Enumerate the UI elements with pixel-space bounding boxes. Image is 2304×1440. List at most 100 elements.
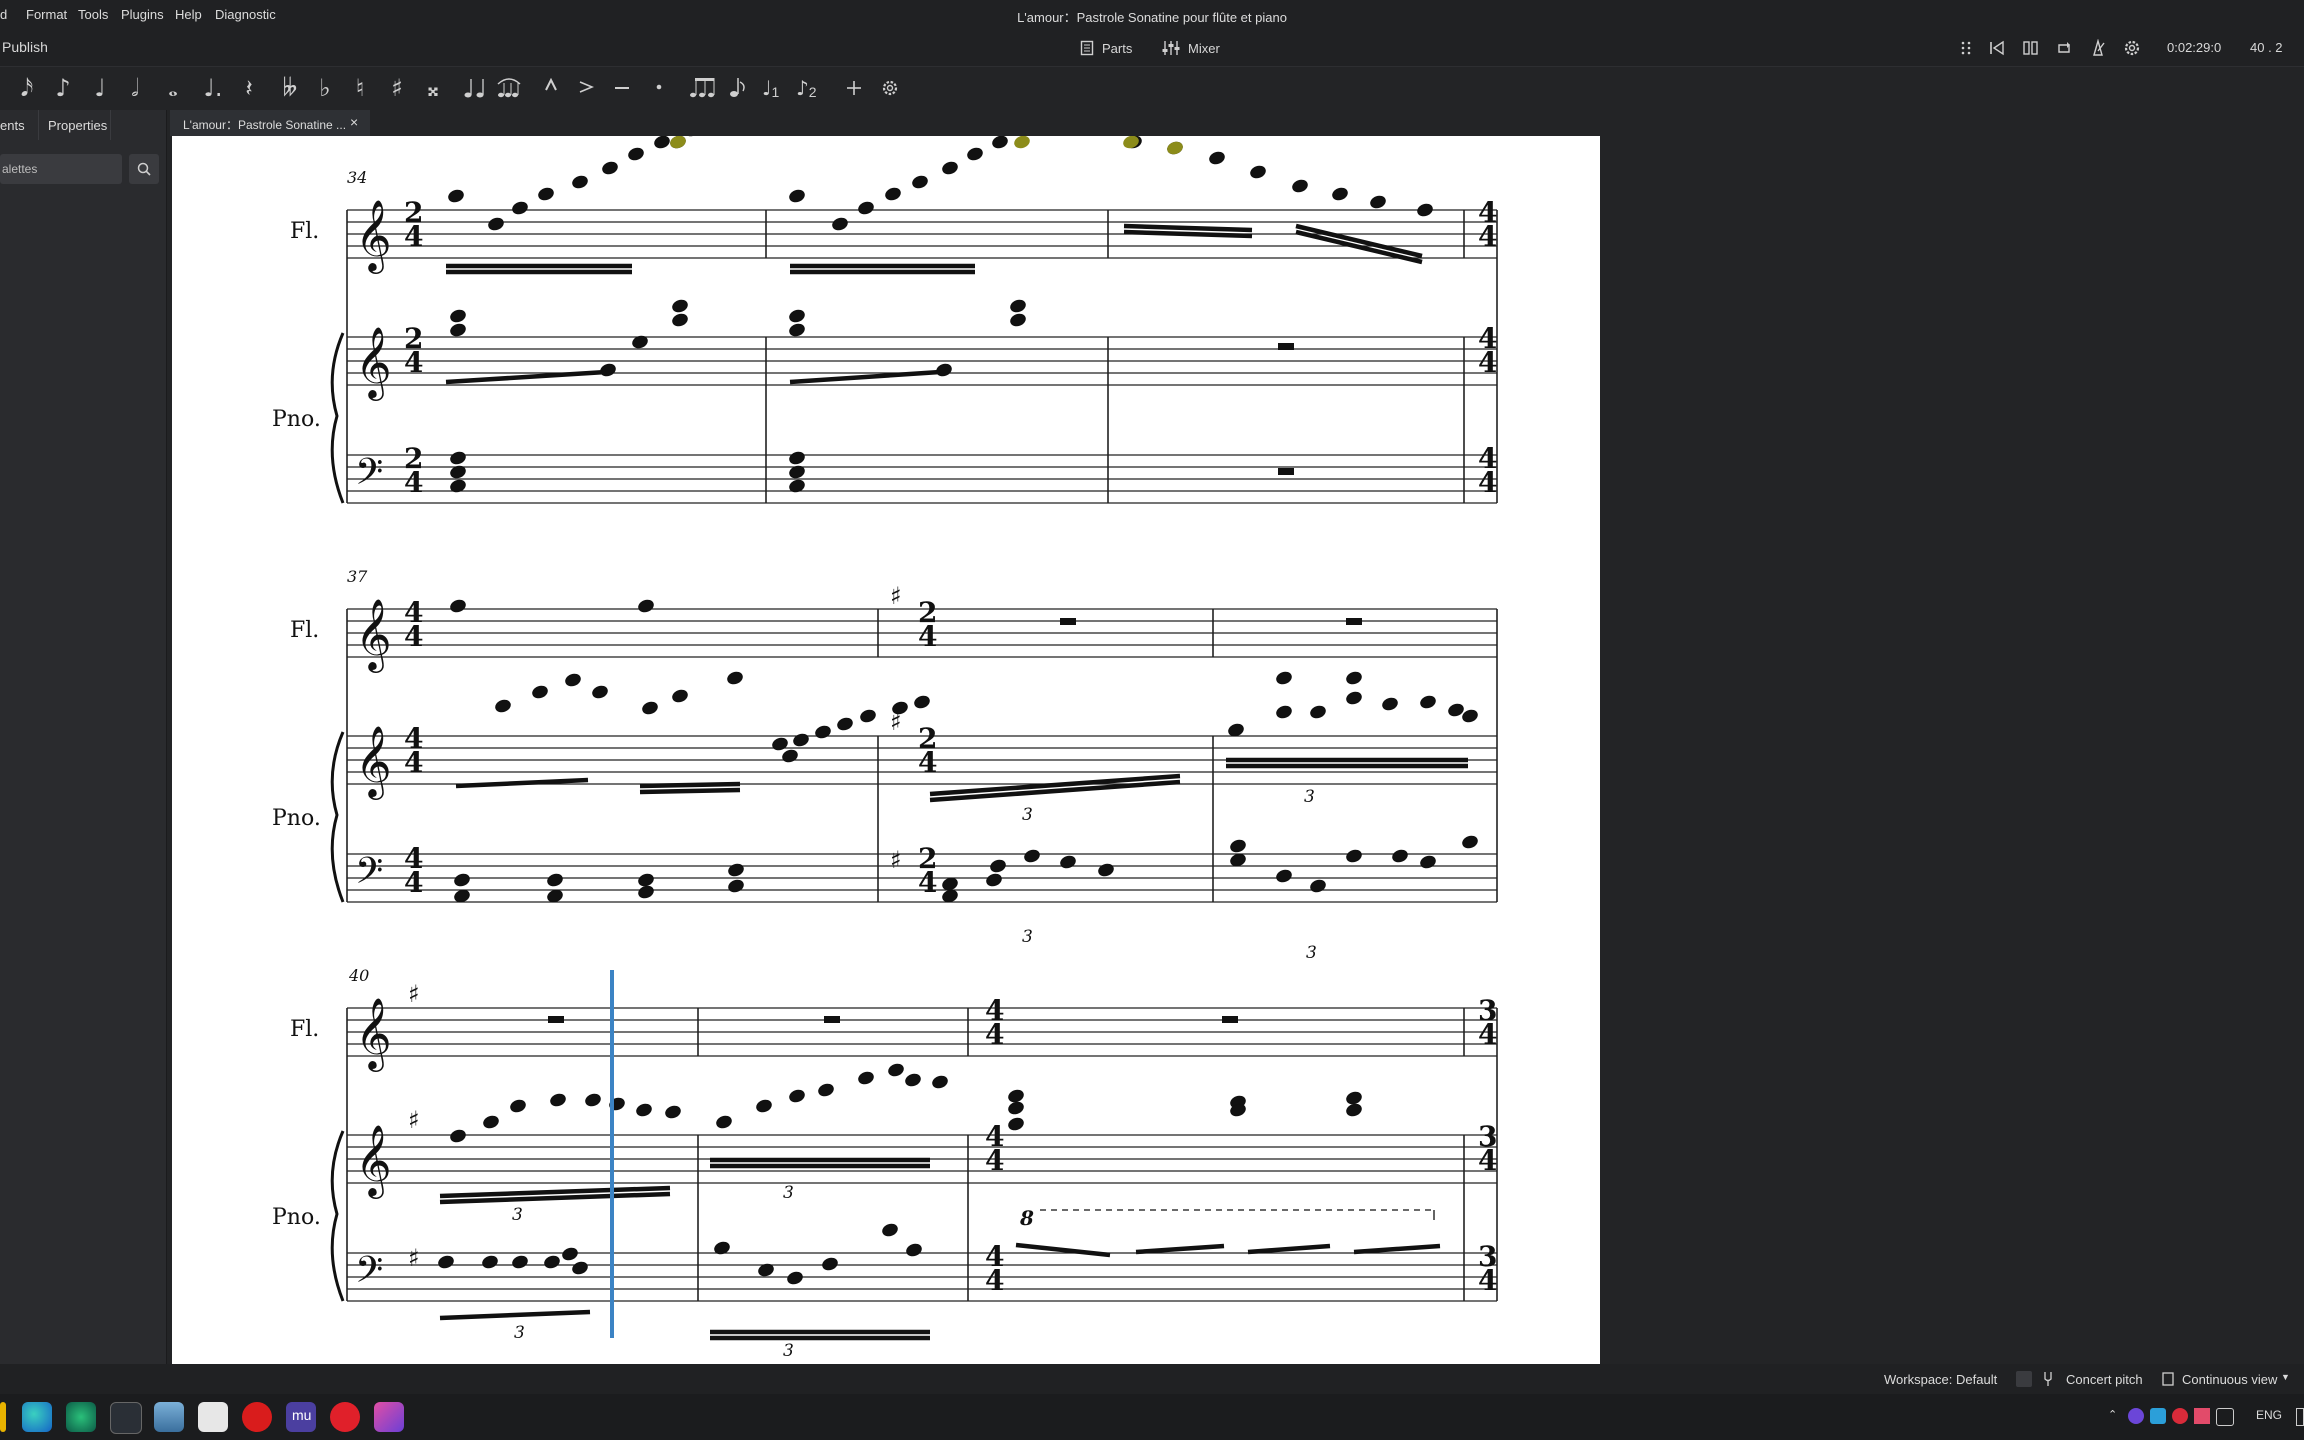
tuplet-number: 3 (1306, 943, 1317, 963)
tray-app2-icon[interactable] (2194, 1408, 2210, 1424)
tray-music-icon[interactable] (2172, 1408, 2188, 1424)
tray-network-icon[interactable] (2216, 1408, 2234, 1426)
edge-browser-icon[interactable] (22, 1402, 52, 1432)
notehead (1370, 195, 1386, 209)
workspace-selector[interactable]: Workspace: Default (1884, 1372, 1997, 1387)
app-icon-green[interactable] (66, 1402, 96, 1432)
time-signature: 4 (404, 866, 423, 899)
piano-brace (330, 731, 345, 903)
time-signature: 4 (404, 346, 423, 379)
piano-brace (330, 1130, 345, 1302)
notehead (860, 709, 876, 723)
search-placeholder: alettes (2, 162, 38, 176)
search-button[interactable] (129, 154, 159, 184)
duration-whole[interactable]: 𝅝 (158, 66, 188, 110)
notehead (483, 1115, 499, 1129)
notehead (450, 309, 466, 323)
search-icon (137, 162, 151, 176)
voice-1-button[interactable]: ♩1 (762, 76, 786, 100)
concert-pitch-label[interactable]: Concert pitch (2066, 1372, 2143, 1387)
notehead (837, 717, 853, 731)
time-signature: 4 (1478, 346, 1497, 379)
show-desktop-button[interactable] (2296, 1408, 2304, 1426)
gear-icon[interactable] (2122, 38, 2142, 58)
document-tab-label: L'amour：Pastrole Sonatine ... (183, 118, 347, 132)
tab-properties[interactable]: Properties (48, 118, 107, 133)
double-sharp-button[interactable]: 𝄪 (418, 66, 448, 110)
beam (1247, 1243, 1331, 1255)
accent-icon[interactable] (578, 80, 594, 94)
rest-button[interactable]: 𝄽 (234, 66, 264, 110)
marcato-icon[interactable] (544, 78, 558, 92)
natural-button[interactable]: ♮ (345, 66, 375, 110)
file-explorer-icon[interactable] (0, 1402, 6, 1432)
notehead (450, 451, 466, 465)
publish-tab[interactable]: Publish (2, 39, 48, 55)
drag-handle-icon[interactable] (1960, 39, 1972, 57)
mixer-button[interactable]: Mixer (1162, 37, 1220, 59)
musescore-icon[interactable]: mu (286, 1402, 316, 1432)
sharp-button[interactable]: ♯ (382, 66, 412, 110)
photos-icon[interactable] (154, 1402, 184, 1432)
treble-clef: 𝄞 (355, 1123, 392, 1199)
notehead (1098, 863, 1114, 877)
duration-half[interactable]: 𝅗𝅥 (120, 66, 150, 110)
parts-button[interactable]: Parts (1080, 37, 1132, 59)
palette-search-input[interactable]: alettes (0, 154, 122, 184)
add-icon[interactable] (846, 80, 862, 96)
notehead (512, 1255, 528, 1269)
double-flat-button[interactable]: 𝄫 (275, 66, 305, 110)
flip-direction-icon[interactable] (726, 74, 748, 100)
tray-chevron-icon[interactable]: ⌃ (2108, 1408, 2117, 1421)
notehead (1462, 709, 1478, 723)
tab-instruments[interactable]: ents (0, 118, 25, 133)
slur-icon[interactable] (496, 74, 522, 100)
netease-music-icon[interactable] (330, 1402, 360, 1432)
notehead (858, 201, 874, 215)
notehead (565, 673, 581, 687)
parts-icon (1080, 40, 1094, 56)
voice-2-button[interactable]: ♪2 (796, 76, 820, 100)
flat-button[interactable]: ♭ (310, 66, 340, 110)
terminal-icon[interactable] (110, 1402, 142, 1434)
loop-icon[interactable] (2055, 39, 2073, 57)
play-pause-icon[interactable] (2022, 39, 2040, 57)
staccato-icon[interactable] (656, 84, 662, 90)
tray-app-icon[interactable] (2128, 1408, 2144, 1424)
rewind-icon[interactable] (1988, 39, 2006, 57)
notehead (654, 136, 670, 149)
tenuto-icon[interactable] (614, 86, 630, 90)
close-tab-icon[interactable]: × (350, 114, 358, 130)
augmentation-dot[interactable]: ♩. (198, 66, 228, 110)
notehead (1392, 849, 1408, 863)
tie-icon[interactable] (462, 76, 486, 100)
language-indicator[interactable]: ENG (2256, 1408, 2282, 1422)
notehead (638, 599, 654, 613)
duration-quarter[interactable]: ♩ (85, 66, 115, 110)
window-title: L'amour：Pastrole Sonatine pour flûte et … (1017, 10, 1287, 25)
document-tab[interactable]: L'amour：Pastrole Sonatine ... × (170, 110, 370, 136)
youtube-music-icon[interactable] (242, 1402, 272, 1432)
chevron-down-icon[interactable]: ▼ (2281, 1372, 2290, 1382)
concert-pitch-toggle[interactable] (2016, 1371, 2032, 1387)
notehead (822, 1257, 838, 1271)
app-icon-purple[interactable] (374, 1402, 404, 1432)
flute-label-sys2: Fl. (290, 618, 319, 643)
view-mode-select[interactable]: Continuous view (2182, 1372, 2277, 1387)
menu-bar: d Format Tools Plugins Help Diagnostic L… (0, 0, 2304, 30)
score-page[interactable]: 𝄞 𝄞 𝄢 𝄞 𝄞 𝄢 𝄞 𝄞 𝄢 2 4 2 4 2 4 4 4 4 4 4 4 4 4 4 4 4 4 2 4 2 4 2 4 4 4 4 4 4 4 3… (172, 136, 1600, 1364)
notehead (665, 1105, 681, 1119)
notehead (672, 313, 688, 327)
metronome-icon[interactable] (2089, 39, 2107, 57)
notehead (600, 363, 616, 377)
tray-steam-icon[interactable] (2150, 1408, 2166, 1424)
notehead (450, 323, 466, 337)
notehead (1346, 691, 1362, 705)
sharp-accidental: ♯ (890, 846, 902, 874)
duration-16th[interactable]: 𝅘𝅥𝅯 (12, 66, 42, 110)
duration-8th[interactable]: ♪ (48, 66, 78, 110)
tuplet-icon[interactable] (688, 74, 716, 100)
calculator-icon[interactable] (198, 1402, 228, 1432)
notehead (1417, 203, 1433, 217)
toolbar-settings-icon[interactable] (880, 78, 900, 98)
